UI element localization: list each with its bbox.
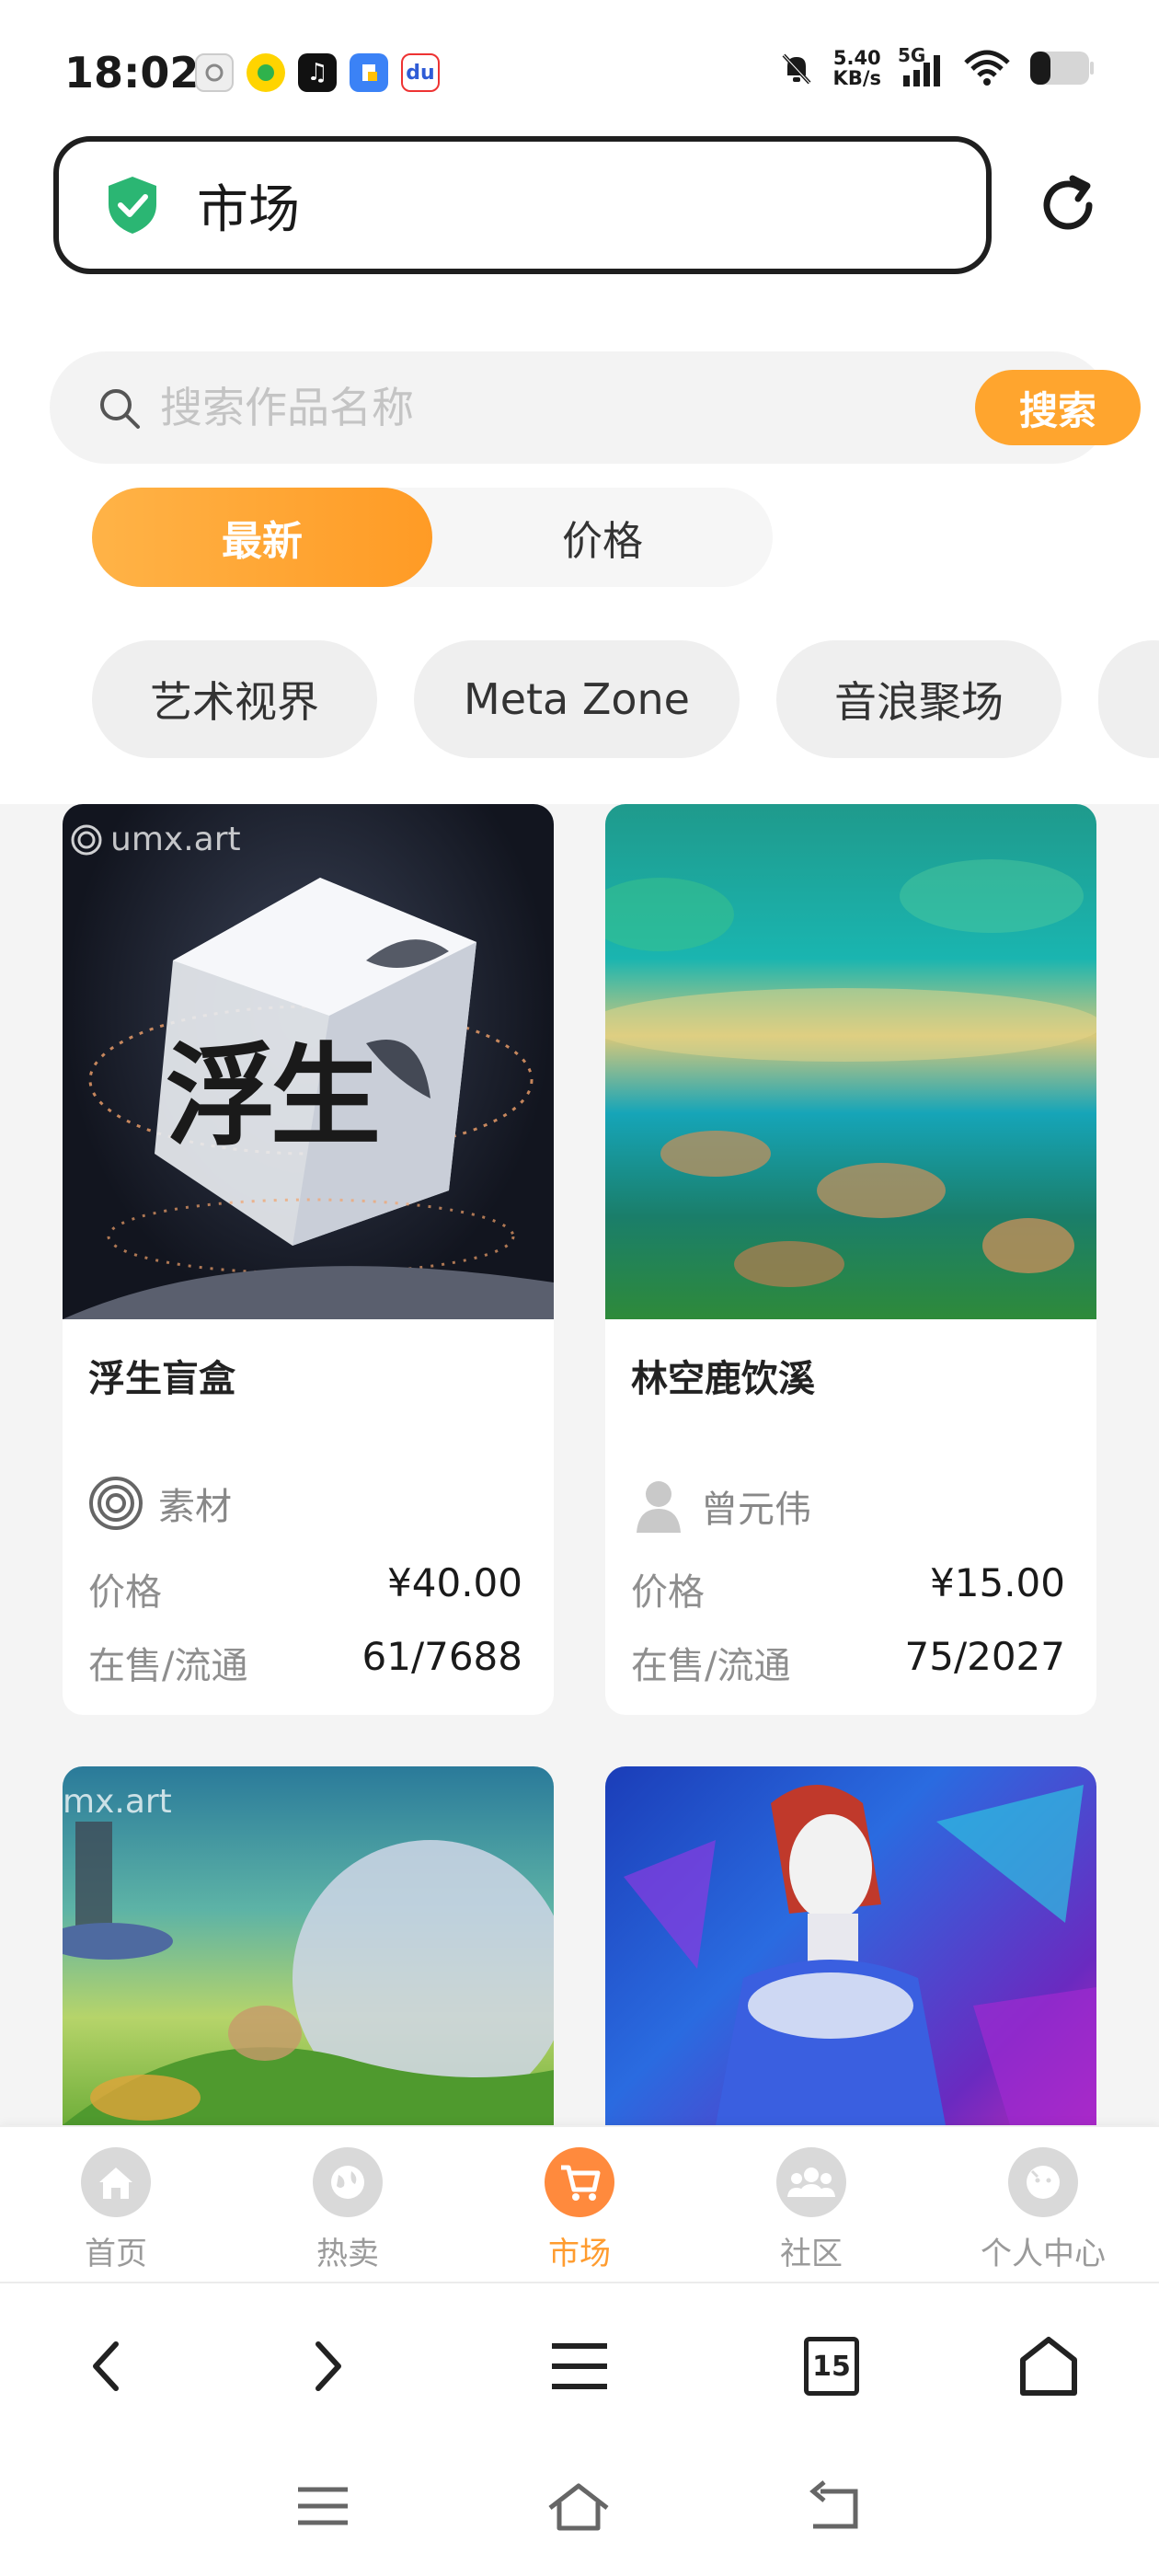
nav-market[interactable]: 市场 — [478, 2147, 681, 2273]
creator-name: 素材 — [158, 1486, 232, 1528]
product-card[interactable]: 林空鹿饮溪 曾元伟 价格 ¥15.00 在售/流通 75/2027 — [605, 804, 1096, 1715]
tab-price[interactable]: 价格 — [432, 488, 773, 587]
product-image: umx.art 浮生 — [63, 804, 554, 1319]
reload-icon[interactable] — [1036, 173, 1100, 237]
creator-avatar-icon — [637, 1481, 681, 1533]
home-icon — [81, 2147, 151, 2217]
docs-app-icon — [350, 53, 388, 92]
nav-community[interactable]: 社区 — [710, 2147, 912, 2273]
product-card[interactable]: mx.art — [63, 1766, 554, 2125]
status-time: 18:02 — [64, 48, 200, 98]
category-art-vision[interactable]: 艺术视界 — [92, 640, 377, 758]
category-more[interactable] — [1098, 640, 1159, 758]
community-icon — [776, 2147, 846, 2217]
system-home-icon[interactable] — [546, 2478, 611, 2534]
back-button[interactable] — [70, 2329, 143, 2403]
status-right: 5.40 KB/s 5G — [776, 44, 1095, 89]
forward-button[interactable] — [291, 2329, 364, 2403]
search-bar: 搜索 — [50, 351, 1141, 464]
category-meta-zone[interactable]: Meta Zone — [414, 640, 740, 758]
price-label: 价格 — [631, 1571, 705, 1614]
product-image — [605, 1766, 1096, 2125]
creator-avatar-icon — [89, 1477, 143, 1530]
price-value: ¥15.00 — [930, 1560, 1065, 1605]
stock-label: 在售/流通 — [631, 1645, 791, 1687]
nav-hot[interactable]: 热卖 — [247, 2147, 449, 2273]
menu-button[interactable] — [543, 2329, 616, 2403]
browser-home-icon — [1020, 2337, 1077, 2396]
home-button[interactable] — [1012, 2329, 1085, 2403]
price-label: 价格 — [88, 1571, 162, 1614]
menu-icon — [552, 2343, 607, 2389]
search-icon — [100, 389, 140, 429]
cart-icon — [545, 2147, 614, 2217]
product-image: mx.art — [63, 1766, 554, 2125]
browser-toolbar: 15 — [0, 2282, 1159, 2438]
creator-name: 曾元伟 — [701, 1489, 811, 1531]
stock-value: 61/7688 — [361, 1634, 522, 1679]
tabs-button[interactable]: 15 — [795, 2329, 868, 2403]
stock-label: 在售/流通 — [88, 1645, 248, 1687]
recent-apps-icon[interactable] — [291, 2478, 355, 2534]
system-navigation — [0, 2438, 1159, 2576]
creator: 素材 — [88, 1476, 232, 1531]
camera-app-icon — [195, 53, 234, 92]
product-title: 林空鹿饮溪 — [631, 1358, 815, 1400]
tab-count: 15 — [804, 2337, 859, 2396]
music-app-icon — [247, 53, 285, 92]
bottom-nav: 首页 热卖 市场 社区 个人中心 — [0, 2125, 1159, 2282]
category-sound-wave[interactable]: 音浪聚场 — [776, 640, 1061, 758]
product-image — [605, 804, 1096, 1319]
chevron-right-icon — [316, 2341, 341, 2391]
tab-latest[interactable]: 最新 — [92, 488, 432, 587]
stock-value: 75/2027 — [904, 1634, 1065, 1679]
product-card[interactable]: umx.art 浮生 浮生盲盒 素材 价格 ¥40.00 在售/流通 61/76… — [63, 804, 554, 1715]
sort-tabs: 最新 价格 — [92, 488, 773, 587]
cell-signal-icon: 5G — [898, 44, 946, 88]
search-button[interactable]: 搜索 — [975, 370, 1141, 445]
nav-home[interactable]: 首页 — [15, 2147, 217, 2273]
baidu-app-icon: du — [401, 53, 440, 92]
nav-profile[interactable]: 个人中心 — [942, 2147, 1144, 2273]
address-bar[interactable]: 市场 — [53, 136, 992, 274]
status-app-icons: ♫ du — [195, 53, 440, 92]
mute-bell-icon — [782, 53, 811, 85]
profile-icon — [1008, 2147, 1078, 2217]
globe-icon — [313, 2147, 383, 2217]
network-speed: 5.40 KB/s — [832, 47, 881, 89]
shield-check-icon — [109, 177, 156, 234]
search-input[interactable] — [160, 375, 942, 440]
tiktok-music-icon: ♫ — [298, 53, 337, 92]
product-title: 浮生盲盒 — [88, 1358, 235, 1400]
image-calligraphy: 浮生 — [166, 1031, 381, 1161]
chevron-left-icon — [93, 2341, 119, 2391]
battery-icon — [1030, 52, 1094, 85]
status-bar: 18:02 ♫ du 5.40 KB/s 5G — [0, 0, 1159, 138]
creator: 曾元伟 — [631, 1476, 811, 1536]
system-back-icon[interactable] — [804, 2478, 868, 2534]
page-title: 市场 — [197, 179, 300, 240]
wifi-icon — [964, 50, 1010, 86]
product-card[interactable] — [605, 1766, 1096, 2125]
price-value: ¥40.00 — [387, 1560, 522, 1605]
